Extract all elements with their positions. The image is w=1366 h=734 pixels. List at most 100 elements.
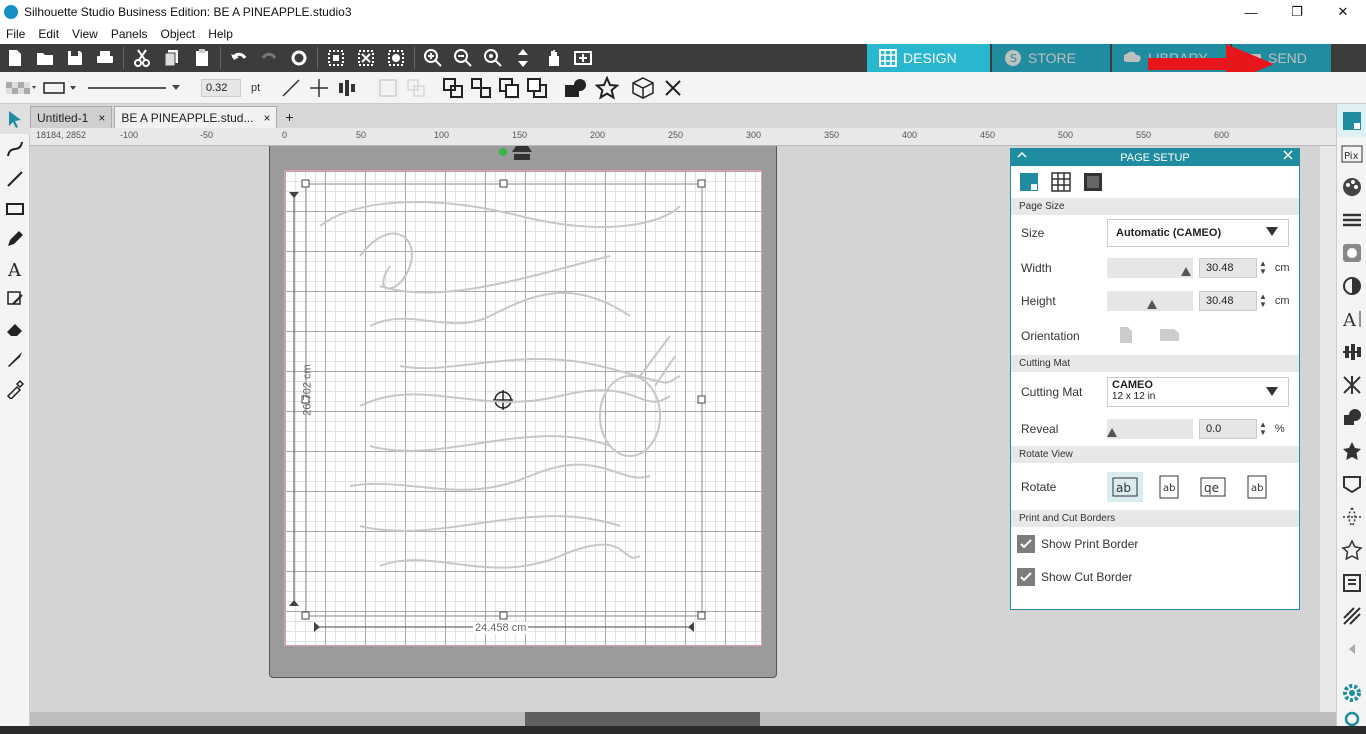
rotate-180-button[interactable]: qe bbox=[1195, 472, 1231, 502]
menu-edit[interactable]: Edit bbox=[38, 27, 59, 41]
page-setup-grid-tab[interactable] bbox=[1049, 170, 1073, 194]
close-panel-button[interactable] bbox=[1283, 150, 1293, 163]
line-tool[interactable] bbox=[0, 164, 30, 194]
rotate-90-button[interactable]: ab bbox=[1151, 472, 1187, 502]
fit-window-button[interactable] bbox=[568, 44, 598, 72]
undo-button[interactable] bbox=[224, 44, 254, 72]
deselect-button[interactable] bbox=[351, 44, 381, 72]
knife-tool[interactable] bbox=[0, 344, 30, 374]
replicate-panel-button[interactable] bbox=[1337, 434, 1366, 467]
eyedropper-tool[interactable] bbox=[0, 374, 30, 404]
slider-knob[interactable] bbox=[1107, 428, 1117, 437]
fill-color-panel-button[interactable] bbox=[1337, 170, 1366, 203]
align-panel-button[interactable] bbox=[1337, 335, 1366, 368]
page-setup-panel-button[interactable] bbox=[1337, 104, 1366, 137]
horizontal-scrollbar[interactable] bbox=[30, 712, 1336, 726]
page-setup-page-tab[interactable] bbox=[1017, 170, 1041, 194]
show-print-border-checkbox[interactable]: Show Print Border bbox=[1011, 527, 1299, 560]
open-file-button[interactable] bbox=[30, 44, 60, 72]
zoom-in-button[interactable] bbox=[418, 44, 448, 72]
draw-tool[interactable] bbox=[0, 224, 30, 254]
zoom-select-button[interactable] bbox=[478, 44, 508, 72]
collapse-panel-button[interactable] bbox=[1017, 150, 1027, 163]
rotate-270-button[interactable]: ab bbox=[1239, 472, 1275, 502]
new-doc-tab-button[interactable]: + bbox=[279, 106, 299, 128]
doc-tab-close-button[interactable]: × bbox=[263, 111, 270, 125]
select-all-button[interactable] bbox=[321, 44, 351, 72]
reveal-input[interactable]: 0.0 bbox=[1199, 419, 1257, 439]
eraser-tool[interactable] bbox=[0, 314, 30, 344]
redo-button[interactable] bbox=[254, 44, 284, 72]
fill-pattern-swatch[interactable] bbox=[6, 74, 36, 102]
release-compound-button[interactable] bbox=[470, 74, 492, 102]
doc-tab-untitled[interactable]: Untitled-1 × bbox=[30, 106, 113, 128]
tab-design[interactable]: DESIGN bbox=[867, 44, 990, 72]
width-stepper[interactable]: ▲ ▼ bbox=[1259, 259, 1267, 276]
ungroup-button[interactable] bbox=[405, 74, 427, 102]
line-style-selector[interactable] bbox=[42, 74, 82, 102]
contrast-panel-button[interactable] bbox=[1337, 269, 1366, 302]
reveal-slider[interactable] bbox=[1107, 419, 1193, 439]
rectangle-tool[interactable] bbox=[0, 194, 30, 224]
3d-box-button[interactable] bbox=[630, 74, 656, 102]
sketch-panel-button[interactable] bbox=[1337, 533, 1366, 566]
minimize-button[interactable]: — bbox=[1228, 0, 1274, 24]
landscape-button[interactable] bbox=[1159, 326, 1181, 347]
cut-button[interactable] bbox=[127, 44, 157, 72]
offset-panel-button[interactable] bbox=[1337, 467, 1366, 500]
menu-help[interactable]: Help bbox=[208, 27, 233, 41]
height-stepper[interactable]: ▲ ▼ bbox=[1259, 292, 1267, 309]
tab-store[interactable]: S STORE bbox=[992, 44, 1110, 72]
select-by-color-button[interactable] bbox=[381, 44, 411, 72]
copy-button[interactable] bbox=[157, 44, 187, 72]
trace-panel-button[interactable] bbox=[1337, 500, 1366, 533]
fill-tool[interactable] bbox=[0, 284, 30, 314]
reveal-stepper[interactable]: ▲ ▼ bbox=[1259, 421, 1267, 437]
modify-panel-button[interactable] bbox=[1337, 401, 1366, 434]
align-option[interactable] bbox=[336, 74, 358, 102]
send-back-button[interactable] bbox=[526, 74, 548, 102]
star-shape-button[interactable] bbox=[595, 74, 620, 102]
library-panel-button[interactable] bbox=[1337, 566, 1366, 599]
line-tool-option[interactable] bbox=[280, 74, 302, 102]
pixscan-panel-button[interactable]: Pix bbox=[1337, 137, 1366, 170]
point-edit-tool[interactable] bbox=[0, 134, 30, 164]
image-effects-panel-button[interactable] bbox=[1337, 236, 1366, 269]
text-tool[interactable]: A bbox=[0, 254, 30, 284]
portrait-button[interactable] bbox=[1117, 326, 1135, 347]
size-dropdown[interactable]: Automatic (CAMEO) bbox=[1107, 219, 1289, 247]
width-input[interactable]: 30.48 bbox=[1199, 257, 1257, 278]
move-option[interactable] bbox=[308, 74, 330, 102]
height-slider[interactable] bbox=[1107, 290, 1193, 311]
line-width-input[interactable]: 0.32 bbox=[201, 78, 241, 97]
transform-panel-button[interactable] bbox=[1337, 368, 1366, 401]
menu-panels[interactable]: Panels bbox=[111, 27, 148, 41]
text-style-panel-button[interactable]: A bbox=[1337, 302, 1366, 335]
group-button[interactable] bbox=[377, 74, 399, 102]
cutting-mat-dropdown[interactable]: CAMEO 12 x 12 in bbox=[1107, 377, 1289, 407]
slider-knob[interactable] bbox=[1181, 266, 1191, 276]
select-tool[interactable] bbox=[0, 104, 30, 134]
menu-object[interactable]: Object bbox=[161, 27, 196, 41]
redraw-button[interactable] bbox=[284, 44, 314, 72]
slider-knob[interactable] bbox=[1147, 299, 1157, 309]
fill-pattern-panel-button[interactable] bbox=[1337, 599, 1366, 632]
compound-path-button[interactable] bbox=[442, 74, 464, 102]
scrollbar-thumb[interactable] bbox=[525, 712, 760, 726]
line-weight-selector[interactable] bbox=[88, 74, 184, 102]
rotate-handle[interactable] bbox=[499, 148, 507, 156]
close-window-button[interactable]: ✕ bbox=[1320, 0, 1366, 24]
show-cut-border-checkbox[interactable]: Show Cut Border bbox=[1011, 560, 1299, 593]
pan-button[interactable] bbox=[538, 44, 568, 72]
fit-to-page-button[interactable] bbox=[508, 44, 538, 72]
menu-file[interactable]: File bbox=[6, 27, 25, 41]
weld-button[interactable] bbox=[563, 74, 589, 102]
doc-tab-pineapple[interactable]: BE A PINEAPPLE.stud... × bbox=[114, 106, 278, 128]
page-setup-background-tab[interactable] bbox=[1081, 170, 1105, 194]
zoom-out-button[interactable] bbox=[448, 44, 478, 72]
close-options-button[interactable] bbox=[662, 74, 684, 102]
bring-front-button[interactable] bbox=[498, 74, 520, 102]
maximize-button[interactable]: ❐ bbox=[1274, 0, 1320, 24]
paste-button[interactable] bbox=[187, 44, 217, 72]
collapse-sidebar-button[interactable] bbox=[1337, 632, 1366, 665]
